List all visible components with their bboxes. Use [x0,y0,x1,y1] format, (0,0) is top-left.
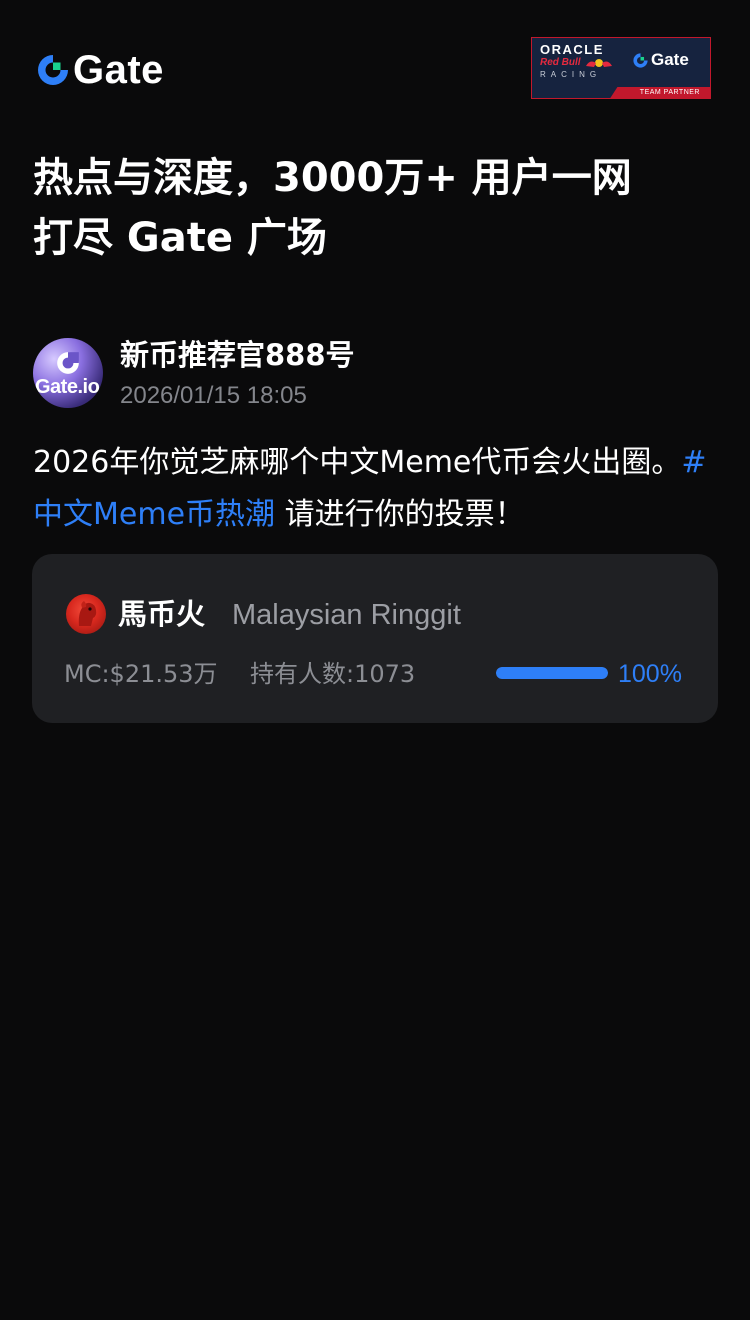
avatar-text: Gate.io [35,376,100,398]
partner-gate-text: Gate [651,50,689,69]
coin-market-cap: MC:$21.53万 [64,660,218,688]
gate-logo-text: Gate [73,48,164,92]
coin-vote-card[interactable]: 馬币火 Malaysian Ringgit MC:$21.53万 持有人数:10… [32,554,718,723]
partner-line2: Red Bull [540,57,626,69]
page-title-line1: 热点与深度，3000万+ 用户一网 [33,155,632,201]
horse-head-icon [78,601,97,626]
coin-full-name: Malaysian Ringgit [232,599,461,631]
avatar-gate-icon [57,352,79,374]
partner-line3: RACING [540,70,602,79]
partner-tag: TEAM PARTNER [639,89,700,96]
gate-logo[interactable]: Gate [35,50,164,90]
partner-gate-icon [633,52,648,68]
coin-horse-icon [66,594,106,634]
post-text-after: 请进行你的投票！ [275,497,525,532]
vote-progress-bar [496,667,608,679]
post-timestamp: 2026/01/15 18:05 [120,382,307,409]
vote-percent: 100% [618,660,682,688]
coin-name: 馬币火 [118,597,206,631]
coin-holders: 持有人数:1073 [250,660,416,688]
page-title: 热点与深度，3000万+ 用户一网 打尽 Gate 广场 [33,148,723,268]
partner-badge[interactable]: ORACLE Red Bull RACING Gate TEAM PARTNER [531,37,711,99]
vote-progress-fill [496,667,608,679]
post-body: 2026年你觉芝麻哪个中文Meme代币会火出圈。#中文Meme币热潮 请进行你的… [33,437,723,541]
partner-line1: ORACLE [540,42,604,57]
header: Gate ORACLE Red Bull RACING Gate TEAM PA… [0,0,750,140]
redbull-bulls-icon [585,59,612,67]
author-name[interactable]: 新币推荐官888号 [120,336,355,374]
gate-logo-icon [38,55,68,85]
avatar[interactable]: Gate.io [33,338,103,408]
partner-redbull-text: Red Bull [540,57,581,68]
partner-oracle-redbull: ORACLE Red Bull RACING [540,42,626,81]
post-text-before: 2026年你觉芝麻哪个中文Meme代币会火出圈。 [33,445,682,480]
partner-gate-brand: Gate [632,50,689,70]
page-title-line2: 打尽 Gate 广场 [33,215,327,261]
